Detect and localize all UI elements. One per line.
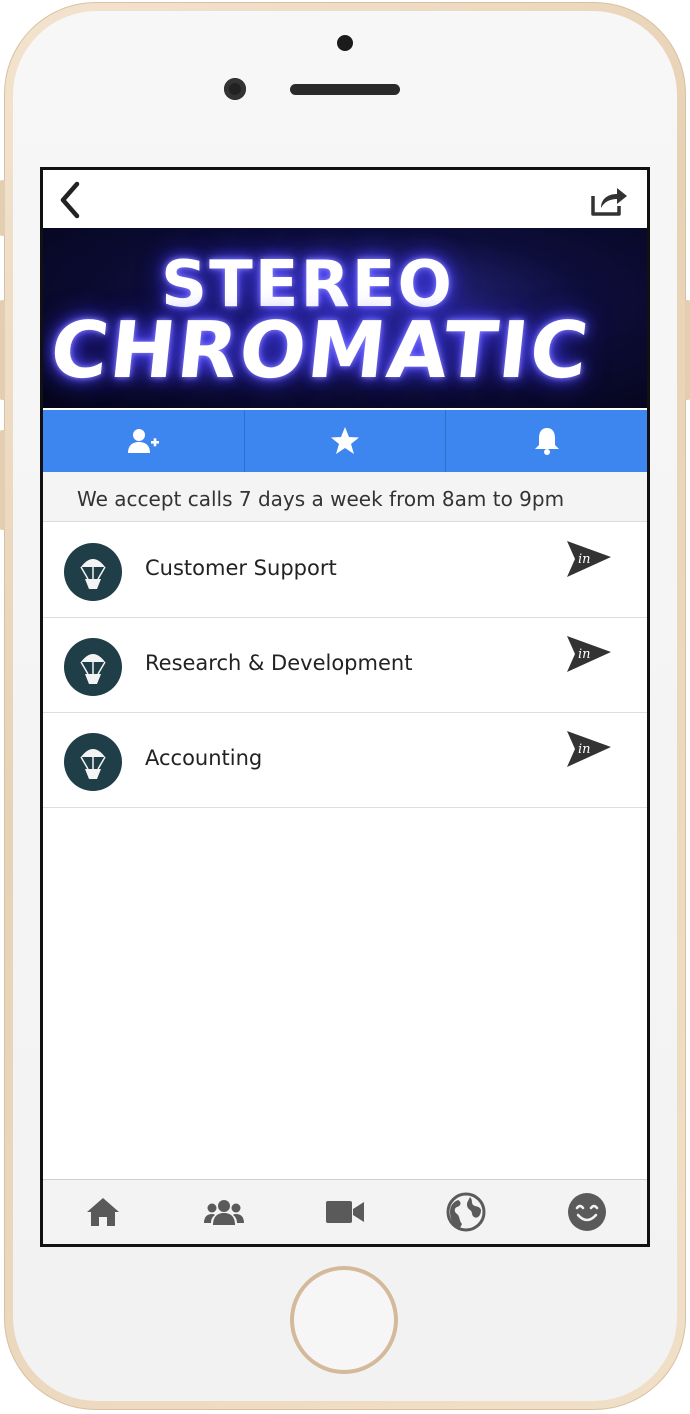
action-bar bbox=[43, 410, 647, 472]
app-screen: STEREO CHROMATIC We accept calls 7 days … bbox=[40, 167, 650, 1247]
power-button bbox=[685, 300, 690, 400]
list-item[interactable]: Accounting in bbox=[43, 713, 647, 808]
bell-icon bbox=[534, 428, 559, 455]
front-camera bbox=[224, 78, 246, 100]
proximity-sensor bbox=[337, 35, 353, 51]
svg-text:in: in bbox=[578, 742, 591, 757]
add-user-icon bbox=[128, 429, 160, 453]
top-bar bbox=[43, 170, 647, 228]
tab-video[interactable] bbox=[285, 1180, 406, 1244]
parachute-avatar-icon bbox=[64, 638, 122, 696]
tab-globe[interactable] bbox=[405, 1180, 526, 1244]
svg-text:in: in bbox=[578, 647, 591, 662]
video-camera-icon bbox=[325, 1201, 364, 1223]
parachute-avatar-icon bbox=[64, 733, 122, 791]
share-icon bbox=[591, 188, 627, 216]
share-button[interactable] bbox=[589, 184, 629, 218]
volume-down-button bbox=[0, 430, 5, 530]
in-arrow-icon: in bbox=[567, 731, 611, 767]
department-label: Accounting bbox=[145, 746, 263, 770]
smiley-icon bbox=[567, 1193, 606, 1231]
banner-image: STEREO CHROMATIC bbox=[43, 228, 647, 408]
group-icon bbox=[204, 1200, 245, 1225]
chevron-left-icon bbox=[60, 181, 80, 219]
globe-icon bbox=[446, 1192, 486, 1232]
bottom-tab-bar bbox=[43, 1179, 647, 1244]
list-item[interactable]: Customer Support in bbox=[43, 523, 647, 618]
department-list: Customer Support in Research & Developme… bbox=[43, 523, 647, 808]
star-icon bbox=[331, 427, 359, 454]
banner-line-2: CHROMATIC bbox=[46, 306, 595, 396]
mute-switch bbox=[0, 180, 5, 236]
favorite-button[interactable] bbox=[245, 410, 447, 472]
in-arrow-icon: in bbox=[567, 541, 611, 577]
home-button[interactable] bbox=[290, 1266, 398, 1374]
tab-home[interactable] bbox=[43, 1180, 164, 1244]
volume-up-button bbox=[0, 300, 5, 400]
back-button[interactable] bbox=[53, 180, 93, 220]
in-arrow-icon: in bbox=[567, 636, 611, 672]
list-item[interactable]: Research & Development in bbox=[43, 618, 647, 713]
hours-notice: We accept calls 7 days a week from 8am t… bbox=[43, 472, 647, 522]
earpiece-speaker bbox=[290, 84, 400, 95]
notify-button[interactable] bbox=[446, 410, 647, 472]
department-label: Research & Development bbox=[145, 651, 413, 675]
svg-text:in: in bbox=[578, 552, 591, 567]
home-icon bbox=[87, 1198, 120, 1226]
tab-contacts[interactable] bbox=[164, 1180, 285, 1244]
tab-profile[interactable] bbox=[526, 1180, 647, 1244]
add-contact-button[interactable] bbox=[43, 410, 245, 472]
parachute-avatar-icon bbox=[64, 543, 122, 601]
department-label: Customer Support bbox=[145, 556, 337, 580]
